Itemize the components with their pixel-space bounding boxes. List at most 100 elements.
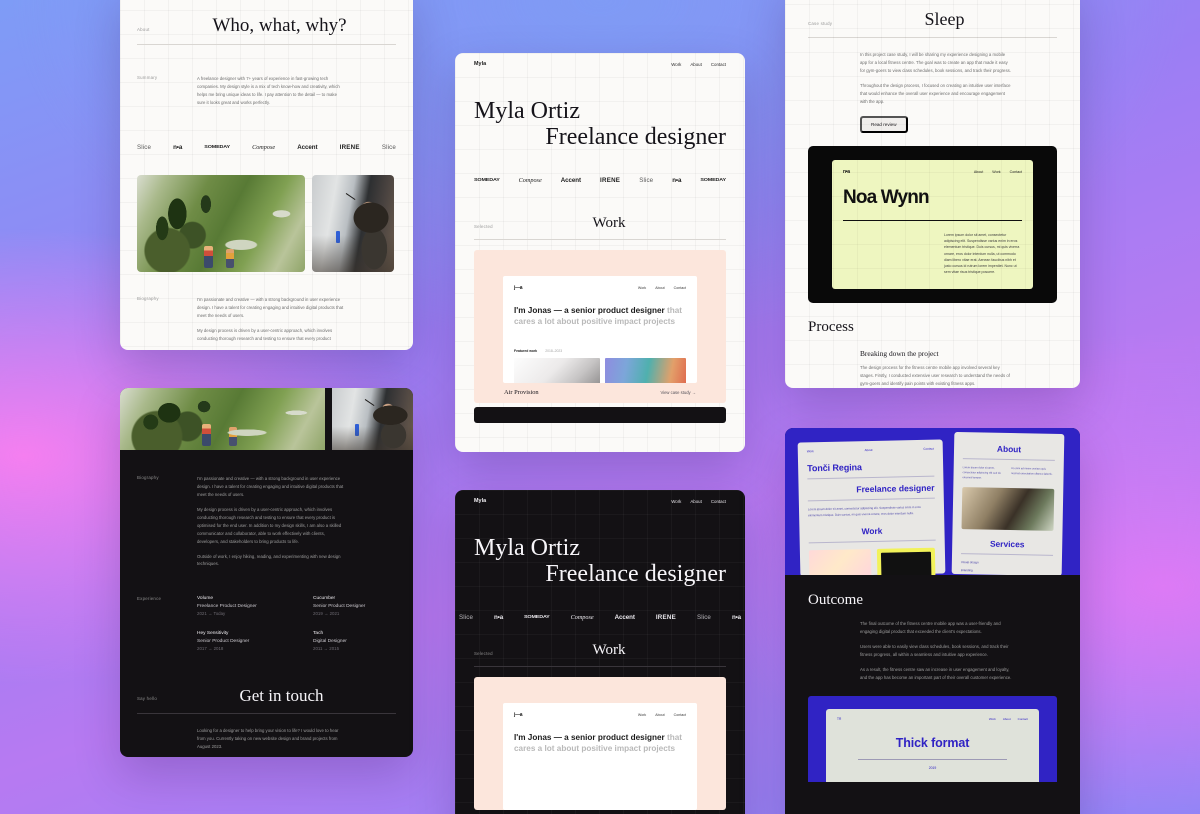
summary-row: Summary A freelance designer with 7+ yea… bbox=[137, 75, 396, 107]
nav-item-contact[interactable]: Contact bbox=[711, 499, 726, 504]
photo-row bbox=[137, 174, 396, 272]
nav-item-work[interactable]: Work bbox=[671, 499, 681, 504]
nav-item-about: About bbox=[973, 169, 984, 174]
logo-someday: SOMEDAY bbox=[474, 177, 500, 183]
biography-paragraph: Outside of work, I enjoy hiking, reading… bbox=[197, 553, 341, 567]
experience-role: Digital Designer bbox=[313, 638, 347, 644]
services-list: Visual design Branding Product design bbox=[961, 560, 1053, 575]
tonci-regina-home-sheet[interactable]: Work About Contact Tonči Regina Freelanc… bbox=[797, 439, 946, 575]
tonci-regina-work-title: Work bbox=[861, 525, 883, 537]
noa-nav: n•a About Work Contact bbox=[843, 169, 1022, 175]
about-title: About bbox=[996, 443, 1022, 455]
thick-nav: TR Work About Contact bbox=[837, 717, 1028, 721]
outcome-paragraph: Users were able to easily view class sch… bbox=[860, 643, 1009, 657]
biography-paragraph: I'm passionate and creative — with a str… bbox=[197, 476, 344, 497]
experience-dates: 2021 → Today bbox=[197, 611, 226, 617]
selected-label: Selected bbox=[474, 650, 493, 656]
nav-item-about: About bbox=[655, 712, 665, 717]
selected-label: Selected bbox=[474, 223, 493, 229]
biography-label: Biography bbox=[137, 475, 159, 480]
thick-format-mockup[interactable]: TR Work About Contact Thick format 2019 bbox=[808, 695, 1057, 782]
experience-label: Experience bbox=[137, 596, 162, 602]
divider bbox=[807, 475, 935, 480]
contact-header: Say hello Get in touch bbox=[137, 687, 396, 704]
read-review-button[interactable]: Read review bbox=[860, 115, 908, 133]
work-header: Selected Work bbox=[474, 215, 726, 231]
hero-role: Freelance designer bbox=[545, 123, 726, 150]
hero-role: Freelance designer bbox=[545, 560, 726, 587]
nav-item-contact[interactable]: Contact bbox=[711, 62, 726, 67]
summary-label: Summary bbox=[137, 75, 158, 80]
contact-body: Looking for a designer to help bring you… bbox=[197, 727, 345, 757]
nav-links: Work About Contact bbox=[671, 499, 726, 504]
client-logo-strip: Slice n•a SOMEDAY Compose Accent IRENE S… bbox=[137, 144, 396, 151]
client-logo-strip: SOMEDAY Compose Accent IRENE Slice n•a S… bbox=[474, 177, 726, 184]
experience-company: Hey Sensitivity bbox=[197, 631, 229, 637]
photo-row bbox=[120, 388, 413, 450]
case-study-body: In this project case study, I will be sh… bbox=[860, 51, 1012, 133]
preview-nav-links: Work About Contact bbox=[638, 286, 686, 290]
view-case-study-link[interactable]: View case study → bbox=[660, 390, 696, 395]
experience-column: Volume Freelance Product Designer 2021 →… bbox=[197, 596, 287, 651]
myla-light-hero-card: Myla Work About Contact Myla Ortiz Freel… bbox=[455, 53, 745, 452]
experience-item: Cucumber Senior Product Designer 2019 → … bbox=[313, 596, 403, 616]
tonci-regina-about-sheet[interactable]: About Lorem ipsum dolor sit amet, consec… bbox=[951, 431, 1065, 575]
nav-item-work: Work bbox=[988, 716, 996, 721]
logo-someday: SOMEDAY bbox=[204, 144, 230, 150]
about-title: Who, what, why? bbox=[212, 15, 347, 36]
preview-thumbnails bbox=[514, 358, 686, 383]
about-label: About bbox=[137, 27, 150, 32]
woman-drawing-on-whiteboard-photo bbox=[332, 388, 413, 450]
outcome-paragraph: The final outcome of the fitness centre … bbox=[860, 621, 1001, 634]
sheet-nav-about: About bbox=[864, 447, 873, 453]
preview-meta-key: Featured work bbox=[514, 349, 538, 354]
get-in-touch-title: Get in touch bbox=[239, 686, 324, 706]
hero-heading: Myla Ortiz Freelance designer bbox=[474, 98, 726, 151]
about-column-right: Ut enim ad minim veniam quis nostrud exe… bbox=[1011, 467, 1053, 477]
case-study-tile-air-provision[interactable]: j—a Work About Contact I'm Jonas — a sen… bbox=[474, 249, 726, 403]
tonci-regina-thumbnails bbox=[808, 547, 937, 575]
jonas-logo: j—a bbox=[514, 711, 523, 718]
nav-item-work: Work bbox=[992, 169, 1001, 174]
experience-role: Freelance Product Designer bbox=[197, 603, 257, 609]
nav-item-work[interactable]: Work bbox=[671, 62, 681, 67]
logo-slice: Slice bbox=[639, 176, 654, 184]
sheet-nav-contact: Contact bbox=[923, 446, 934, 451]
biography-text: I'm passionate and creative — with a str… bbox=[197, 296, 345, 343]
case-study-preview: j—a Work About Contact I'm Jonas — a sen… bbox=[503, 275, 697, 383]
divider bbox=[474, 665, 726, 667]
nav-item-about[interactable]: About bbox=[690, 499, 701, 504]
outcome-card: Work About Contact Tonči Regina Freelanc… bbox=[785, 428, 1080, 814]
logo-slice-2: Slice bbox=[381, 143, 396, 151]
logo-compose: Compose bbox=[518, 176, 542, 184]
woman-drawing-on-whiteboard-photo bbox=[312, 174, 394, 272]
brand-logo[interactable]: Myla bbox=[474, 498, 486, 504]
logo-accent: Accent bbox=[614, 613, 635, 621]
biography-paragraph: I'm passionate and creative — with a str… bbox=[197, 296, 344, 318]
nav-item-about[interactable]: About bbox=[690, 62, 701, 67]
logo-accent: Accent bbox=[560, 176, 581, 184]
case-study-footer: Air Provision View case study → bbox=[503, 383, 697, 403]
next-case-tile[interactable] bbox=[474, 406, 726, 423]
experience-company: Cucumber bbox=[313, 596, 336, 602]
divider bbox=[858, 758, 1007, 760]
logo-na-2: n•a bbox=[731, 613, 741, 621]
thumbnail-gradient-pink bbox=[808, 549, 872, 575]
about-column-left: Lorem ipsum dolor sit amet, consectetur … bbox=[962, 466, 1001, 480]
divider bbox=[961, 552, 1054, 556]
preview-headline-bold: I'm Jonas — a senior product designer bbox=[514, 732, 665, 742]
case-study-tile[interactable]: j—a Work About Contact I'm Jonas — a sen… bbox=[474, 676, 726, 810]
myla-dark-hero-card: Myla Work About Contact Myla Ortiz Freel… bbox=[455, 490, 745, 814]
case-study-paragraph: In this project case study, I will be sh… bbox=[860, 52, 1011, 73]
nav-item-about: About bbox=[1002, 716, 1011, 721]
contact-body-row: Looking for a designer to help bring you… bbox=[137, 727, 396, 757]
outcome-paragraph: As a result, the fitness centre saw an i… bbox=[860, 666, 1012, 680]
services-title: Services bbox=[989, 538, 1025, 549]
experience-item: Tach Digital Designer 2011 → 2015 bbox=[313, 631, 403, 651]
logo-compose: Compose bbox=[570, 613, 594, 621]
logo-accent: Accent bbox=[297, 143, 318, 151]
brand-logo[interactable]: Myla bbox=[474, 61, 486, 67]
case-study-title: Sleep bbox=[924, 9, 965, 29]
experience-company: Tach bbox=[313, 631, 324, 637]
client-logo-strip: Slice n•a SOMEDAY Compose Accent IRENE S… bbox=[455, 614, 745, 621]
